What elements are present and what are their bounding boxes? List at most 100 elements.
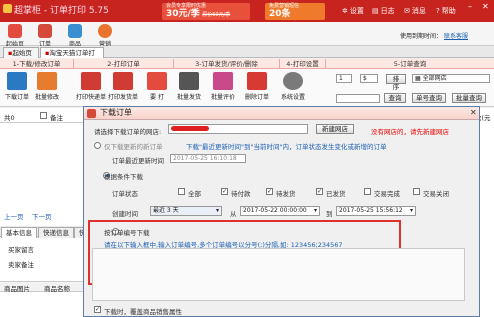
created-preset-value: 最近 3 天 bbox=[153, 207, 179, 214]
download-orders-button[interactable]: 下载订单 bbox=[0, 72, 34, 101]
product-icon bbox=[68, 24, 82, 38]
settings-label: 设置 bbox=[349, 7, 364, 15]
dialog-close-icon[interactable]: ✕ bbox=[470, 108, 477, 117]
grid-col-name: 商品名称 bbox=[44, 285, 70, 293]
help-button[interactable]: ? 帮助 bbox=[436, 3, 456, 19]
select-all-checkbox[interactable] bbox=[40, 112, 47, 119]
query-input[interactable] bbox=[336, 94, 380, 103]
tool-label: 系统设置 bbox=[280, 94, 305, 101]
batch-ship-button[interactable]: 批量发货 bbox=[172, 72, 206, 101]
delete-icon bbox=[247, 72, 267, 90]
nav-orders[interactable]: 订单 bbox=[32, 24, 58, 48]
tool-label: 批量修改 bbox=[34, 94, 59, 101]
dialog-shop-select[interactable] bbox=[168, 124, 308, 134]
query-button[interactable]: 查询 bbox=[384, 93, 406, 103]
print-express-button[interactable]: 打印快递单 bbox=[74, 72, 108, 101]
log-icon: ▤ bbox=[372, 7, 379, 15]
group-ship: 3-订单发货/评价/删除 bbox=[174, 59, 280, 69]
last-update-field[interactable]: 2017-05-25 16:10:18 bbox=[170, 154, 246, 163]
window-title: 超掌柜 - 订单打印 5.75 bbox=[14, 6, 109, 16]
home-icon bbox=[8, 24, 22, 38]
query-select-2[interactable]: $ bbox=[360, 74, 378, 83]
divider bbox=[0, 122, 88, 123]
group-query: 5-订单查询 bbox=[393, 60, 427, 68]
tab-start-page[interactable]: ▪起始页 bbox=[3, 47, 39, 58]
status-all-checkbox[interactable] bbox=[178, 188, 185, 195]
order-count: 共0 bbox=[4, 114, 15, 122]
tab-basic-info[interactable]: 基本信息 bbox=[1, 227, 37, 238]
dialog-icon bbox=[87, 109, 96, 118]
prev-page-link[interactable]: 上一页 bbox=[4, 211, 24, 221]
marketing-icon bbox=[98, 24, 112, 38]
app-logo-icon bbox=[3, 4, 12, 13]
tool-label: 打印发货单 bbox=[107, 94, 138, 101]
status-shipped-checkbox[interactable] bbox=[316, 188, 323, 195]
status-closed-checkbox[interactable] bbox=[413, 188, 420, 195]
created-preset-select[interactable]: 最近 3 天 ▾ bbox=[150, 206, 222, 216]
print-icon bbox=[81, 72, 101, 90]
help-label: 帮助 bbox=[441, 7, 456, 15]
sms-banner[interactable]: 免费营销短信 20条 bbox=[265, 3, 325, 20]
from-date-value: 2017-05-22 00:00:00 bbox=[243, 207, 307, 214]
message-icon: ✉ bbox=[404, 7, 410, 15]
from-label: 从 bbox=[230, 210, 237, 218]
query-select-1[interactable]: 1 bbox=[336, 74, 352, 83]
order-no-query-button[interactable]: 单号查询 bbox=[412, 93, 446, 103]
overwrite-attrs-checkbox[interactable] bbox=[94, 306, 101, 313]
seller-remark-label: 卖家备注 bbox=[8, 261, 34, 269]
download-icon bbox=[7, 72, 27, 90]
delete-orders-button[interactable]: 删除订单 bbox=[240, 72, 274, 101]
help-icon: ? bbox=[436, 7, 440, 15]
sort-button[interactable]: 排序 bbox=[386, 74, 406, 91]
tool-label: 删除订单 bbox=[244, 94, 269, 101]
shop-select-label: 请选择下载订单的网店: bbox=[94, 128, 162, 136]
nav-products[interactable]: 商品 bbox=[62, 24, 88, 48]
order-icon bbox=[38, 24, 52, 38]
log-button[interactable]: ▤ 日志 bbox=[372, 3, 395, 19]
message-label: 消息 bbox=[411, 7, 426, 15]
order-status-label: 订单状态 bbox=[112, 190, 138, 198]
account-expiry: 使用到期时间： 联系客服 bbox=[400, 31, 468, 40]
shop-select[interactable]: ▦ 全部网店 bbox=[412, 74, 490, 83]
promo-banner[interactable]: 会员专享限时优惠 30元/季 原价60元/季 bbox=[162, 3, 250, 20]
system-settings-button[interactable]: 系统设置 bbox=[276, 72, 310, 101]
status-completed-checkbox[interactable] bbox=[364, 188, 371, 195]
created-time-label: 创建时间 bbox=[112, 210, 138, 218]
radio-by-condition-label: 根据条件下载 bbox=[104, 173, 143, 181]
edit-icon bbox=[37, 72, 57, 90]
batch-review-button[interactable]: 批量评价 bbox=[206, 72, 240, 101]
tool-label: 要 打 bbox=[150, 94, 164, 101]
contact-support-link[interactable]: 联系客服 bbox=[444, 33, 468, 40]
nav-marketing[interactable]: 营销 bbox=[92, 24, 118, 48]
tab-taobao-print[interactable]: ▪淘宝天猫订单打印 bbox=[40, 47, 104, 67]
radio-new-orders[interactable] bbox=[94, 141, 101, 149]
shop-select-value: 全部网店 bbox=[422, 75, 447, 82]
right-pane bbox=[480, 108, 494, 317]
next-page-link[interactable]: 下一页 bbox=[32, 211, 52, 221]
status-all-label: 全部 bbox=[188, 190, 201, 198]
minimize-icon[interactable]: – bbox=[468, 2, 472, 11]
gear-icon: ✲ bbox=[342, 7, 348, 15]
new-shop-button[interactable]: 新建网店 bbox=[316, 124, 354, 134]
close-icon[interactable]: ✕ bbox=[482, 2, 489, 11]
status-shipped-label: 已发货 bbox=[326, 190, 346, 198]
want-print-button[interactable]: 要 打 bbox=[140, 72, 174, 101]
message-button[interactable]: ✉ 消息 bbox=[404, 3, 426, 19]
status-closed-label: 交易关闭 bbox=[423, 190, 449, 198]
to-label: 到 bbox=[326, 210, 333, 218]
print-invoice-button[interactable]: 打印发货单 bbox=[106, 72, 140, 101]
from-date-field[interactable]: 2017-05-22 00:00:00 ▾ bbox=[240, 206, 320, 216]
log-label: 日志 bbox=[380, 7, 395, 15]
settings-button[interactable]: ✲ 设置 bbox=[342, 3, 364, 19]
clip-icon bbox=[147, 72, 167, 90]
nav-start-page[interactable]: 起始页 bbox=[2, 24, 28, 48]
order-no-textarea[interactable] bbox=[92, 248, 465, 301]
status-pending-ship-checkbox[interactable] bbox=[266, 188, 273, 195]
tab-express-info[interactable]: 快递信息 bbox=[38, 227, 74, 238]
promo-banner-old-price: 原价60元/季 bbox=[202, 12, 231, 18]
status-pending-payment-checkbox[interactable] bbox=[221, 188, 228, 195]
batch-edit-button[interactable]: 批量修改 bbox=[30, 72, 64, 101]
print-invoice-icon bbox=[113, 72, 133, 90]
to-date-field[interactable]: 2017-05-25 15:56:12 ▾ bbox=[336, 206, 416, 216]
batch-query-button[interactable]: 批量查询 bbox=[452, 93, 486, 103]
